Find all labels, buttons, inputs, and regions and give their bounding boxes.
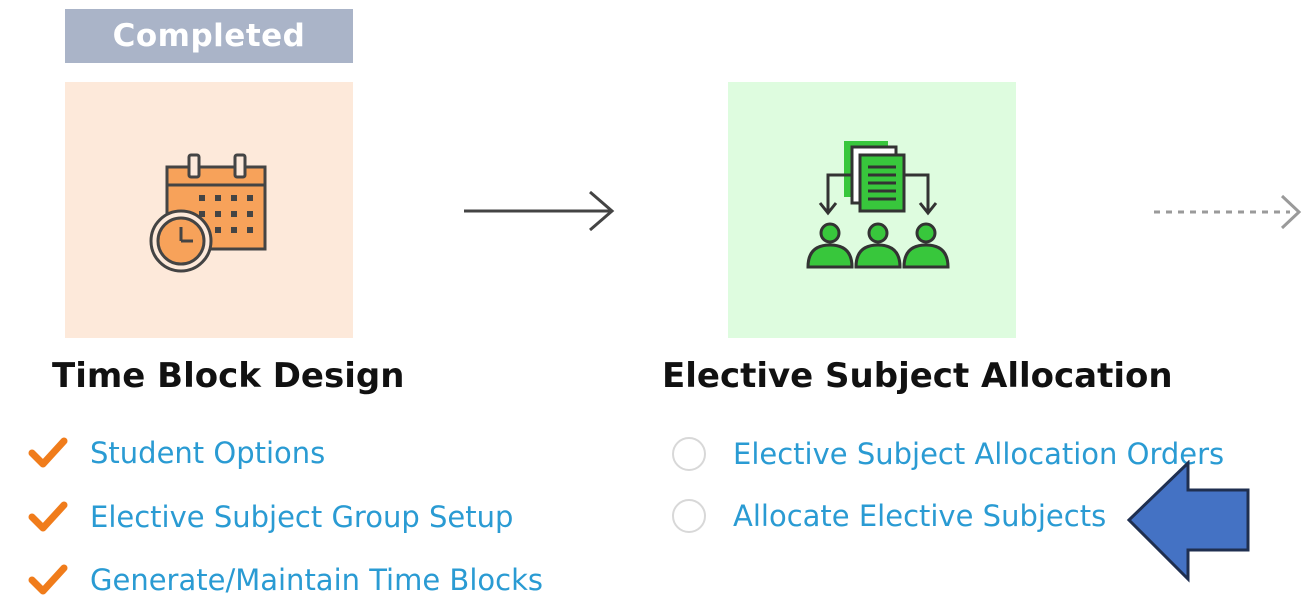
document-distribution-icon xyxy=(806,141,950,269)
workflow-stage: Completed Time Block Design Elective Sub… xyxy=(0,0,1307,604)
allocate-elective-subjects-link[interactable]: Allocate Elective Subjects xyxy=(733,499,1106,533)
blue-pointer-arrow-icon xyxy=(1126,460,1250,583)
dotted-arrow-right-icon xyxy=(1154,194,1302,230)
calendar-clock-icon xyxy=(149,153,267,273)
step-title-time-block-design: Time Block Design xyxy=(52,356,405,396)
task-item-allocate-elective-subjects: Allocate Elective Subjects xyxy=(672,499,1106,533)
elective-subject-allocation-tile[interactable] xyxy=(728,82,1016,338)
check-icon xyxy=(28,437,68,468)
elective-subject-group-setup-link[interactable]: Elective Subject Group Setup xyxy=(90,500,513,534)
task-item-generate-maintain-time-blocks: Generate/Maintain Time Blocks xyxy=(28,563,543,597)
arrow-right-icon xyxy=(464,190,615,232)
step-title-elective-subject-allocation: Elective Subject Allocation xyxy=(662,356,1173,396)
radio-empty-icon xyxy=(672,437,706,471)
check-icon xyxy=(28,501,68,532)
generate-maintain-time-blocks-link[interactable]: Generate/Maintain Time Blocks xyxy=(90,563,543,597)
radio-empty-icon xyxy=(672,499,706,533)
status-badge-completed: Completed xyxy=(65,9,353,63)
student-options-link[interactable]: Student Options xyxy=(90,436,325,470)
task-item-student-options: Student Options xyxy=(28,436,325,470)
time-block-design-tile[interactable] xyxy=(65,82,353,338)
check-icon xyxy=(28,564,68,595)
task-item-elective-subject-group-setup: Elective Subject Group Setup xyxy=(28,500,513,534)
